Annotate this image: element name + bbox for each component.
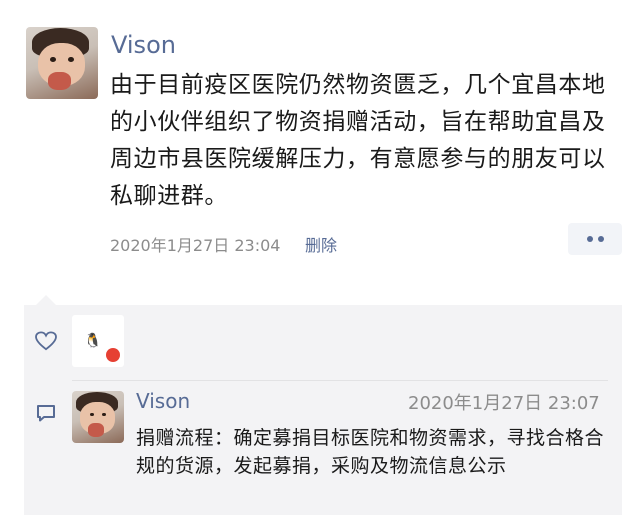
comment-bubble-icon [37,405,55,422]
comment-timestamp: 2020年1月27日 23:07 [408,393,600,414]
dot-icon [586,236,593,242]
post-timestamp: 2020年1月27日 23:04 [110,236,281,255]
dot-icon [597,236,604,242]
liker-avatar[interactable]: 🐧 [72,315,124,367]
more-options-button[interactable] [568,223,622,255]
heart-outline-icon [35,331,57,351]
divider [72,380,608,381]
author-avatar[interactable] [26,27,98,99]
comment-author-name[interactable]: Vison [136,389,190,413]
comment-area-pointer [36,295,56,305]
delete-link[interactable]: 删除 [305,232,337,256]
comment-text[interactable]: 捐赠流程：确定募捐目标医院和物资需求，寻找合格合规的货源，发起募捐，采购及物流信… [136,424,606,480]
commenter-avatar[interactable] [72,391,124,443]
penguin-icon: 🐧 [84,333,102,349]
post-text: 由于目前疫区医院仍然物资匮乏，几个宜昌本地的小伙伴组织了物资捐赠活动，旨在帮助宜… [110,72,606,209]
badge-dot [106,348,120,362]
post-author-name[interactable]: Vison [111,31,176,59]
